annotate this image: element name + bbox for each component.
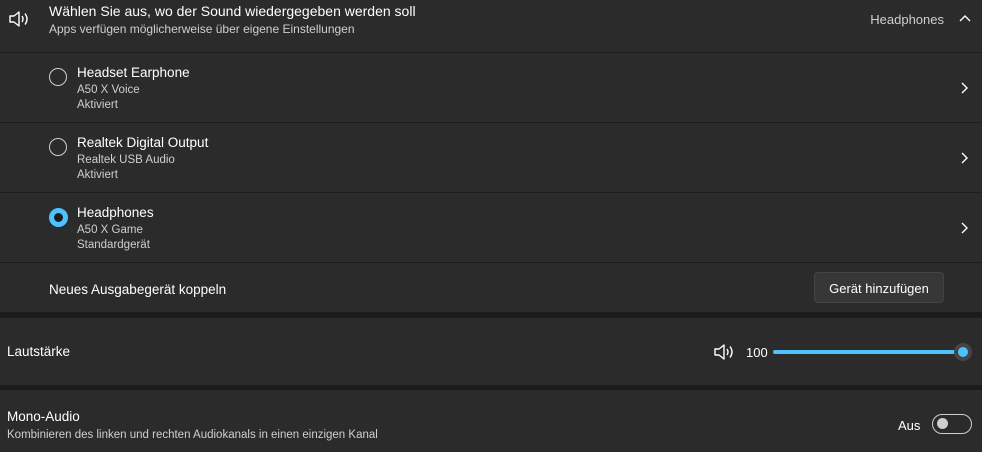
output-section-subtitle: Apps verfügen möglicherweise über eigene… xyxy=(49,22,355,36)
device-driver: A50 X Voice xyxy=(77,84,140,96)
toggle-knob xyxy=(937,418,948,429)
device-radio[interactable] xyxy=(49,138,67,156)
speaker-icon xyxy=(9,11,28,27)
device-radio[interactable] xyxy=(49,68,67,86)
chevron-right-icon[interactable] xyxy=(958,151,970,165)
device-driver: A50 X Game xyxy=(77,224,143,236)
device-name: Realtek Digital Output xyxy=(77,135,209,150)
volume-slider-track[interactable] xyxy=(773,350,963,354)
mono-audio-state: Aus xyxy=(898,418,921,433)
chevron-up-icon[interactable] xyxy=(958,11,972,25)
device-name: Headphones xyxy=(77,205,154,220)
mono-audio-label: Mono-Audio xyxy=(7,409,80,424)
chevron-right-icon[interactable] xyxy=(958,221,970,235)
current-output-device: Headphones xyxy=(870,12,944,27)
device-row-headphones[interactable]: Headphones A50 X Game Standardgerät xyxy=(0,193,982,263)
device-row-realtek-digital-output[interactable]: Realtek Digital Output Realtek USB Audio… xyxy=(0,123,982,193)
output-section-title: Wählen Sie aus, wo der Sound wiedergegeb… xyxy=(49,3,416,19)
device-driver: Realtek USB Audio xyxy=(77,154,175,166)
pair-device-label: Neues Ausgabegerät koppeln xyxy=(49,282,227,297)
output-device-header[interactable]: Wählen Sie aus, wo der Sound wiedergegeb… xyxy=(0,0,982,53)
device-status: Aktiviert xyxy=(77,169,118,181)
mono-audio-toggle[interactable] xyxy=(932,414,972,434)
sound-settings-page: Wählen Sie aus, wo der Sound wiedergegeb… xyxy=(0,0,982,452)
device-row-headset-earphone[interactable]: Headset Earphone A50 X Voice Aktiviert xyxy=(0,53,982,123)
volume-slider-thumb[interactable] xyxy=(954,343,972,361)
add-device-button[interactable]: Gerät hinzufügen xyxy=(814,272,944,303)
volume-value: 100 xyxy=(746,345,768,360)
volume-label: Lautstärke xyxy=(7,344,71,359)
device-status: Aktiviert xyxy=(77,99,118,111)
device-status: Standardgerät xyxy=(77,239,150,251)
chevron-right-icon[interactable] xyxy=(958,81,970,95)
speaker-icon[interactable] xyxy=(713,342,735,362)
volume-row: Lautstärke 100 xyxy=(0,318,982,385)
device-name: Headset Earphone xyxy=(77,65,190,80)
mono-audio-row: Mono-Audio Kombinieren des linken und re… xyxy=(0,390,982,452)
device-radio-selected[interactable] xyxy=(49,208,68,227)
pair-new-device-row: Neues Ausgabegerät koppeln Gerät hinzufü… xyxy=(0,263,982,312)
mono-audio-description: Kombinieren des linken und rechten Audio… xyxy=(7,429,378,441)
